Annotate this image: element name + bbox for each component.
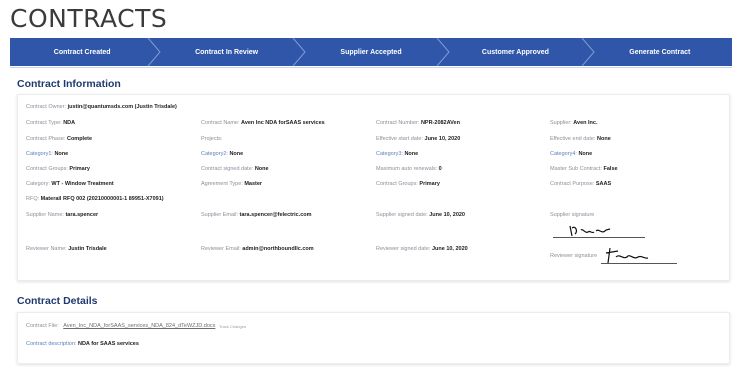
- maximum-auto-renewals-field: Maximum auto renewals: 0: [376, 166, 442, 172]
- contract-number-field: Contract Number: NPR-2082AVen: [376, 120, 460, 126]
- reviewer-name-field: Reviewer Name: Justin Trisdale: [26, 246, 107, 252]
- category-field: Category: WT - Window Treatment: [26, 181, 114, 187]
- step-label: Customer Approved: [481, 48, 549, 56]
- step-customer-approved[interactable]: Customer Approved: [443, 38, 595, 66]
- stepper-divider: [10, 67, 732, 68]
- contract-file-field: Contract File: Aven_Inc_NDA_forSAAS_serv…: [26, 323, 216, 329]
- contract-groups-field: Contract Groups: Primary: [26, 166, 90, 172]
- contract-details-card: Contract File: Aven_Inc_NDA_forSAAS_serv…: [17, 312, 730, 364]
- contract-type-field: Contract Type: NDA: [26, 120, 76, 126]
- supplier-email-field: Supplier Email: tara.spencer@felectric.c…: [201, 212, 312, 218]
- chevron-right-icon: [292, 38, 306, 66]
- step-label: Contract In Review: [195, 48, 259, 56]
- rfq-field: RFQ: Materail RFQ 002 (20210000001-1 899…: [26, 196, 164, 202]
- reviewer-email-field: Reviewer Email: admin@northboundllc.com: [201, 246, 314, 252]
- chevron-right-icon: [436, 38, 450, 66]
- supplier-field: Supplier: Aven Inc.: [550, 120, 598, 126]
- contract-signed-date-field: Contract signed date: None: [201, 166, 269, 172]
- reviewer-signature-line: [601, 263, 677, 264]
- supplier-signed-date-field: Supplier signed date: June 10, 2020: [376, 212, 465, 218]
- step-contract-created[interactable]: Contract Created: [10, 38, 162, 66]
- effective-start-date-field: Effective start date: June 10, 2020: [376, 136, 461, 142]
- page-title: CONTRACTS: [10, 4, 168, 33]
- supplier-name-field: Supplier Name: tara.spencer: [26, 212, 99, 218]
- master-sub-contract-field: Master Sub Contract: False: [550, 166, 618, 172]
- effective-end-date-field: Effective end date: None: [550, 136, 611, 142]
- contract-purpose-field: Contract Purpose: SAAS: [550, 181, 612, 187]
- reviewer-signed-date-field: Reviewer signed date: June 10, 2020: [376, 246, 468, 252]
- contract-phase-field: Contract Phase: Complete: [26, 136, 93, 142]
- category3-field: Category3: None: [376, 151, 419, 157]
- chevron-right-icon: [148, 38, 162, 66]
- track-changes-tag[interactable]: Track Changes: [219, 324, 246, 329]
- supplier-signature-line: [553, 237, 645, 238]
- contract-details-heading: Contract Details: [17, 295, 98, 307]
- step-contract-in-review[interactable]: Contract In Review: [154, 38, 306, 66]
- contract-groups-field-2: Contract Groups: Primary: [376, 181, 440, 187]
- contract-information-heading: Contract Information: [17, 78, 121, 90]
- contract-name-field: Contract Name: Aven Inc NDA forSAAS serv…: [201, 120, 325, 126]
- contract-file-link[interactable]: Aven_Inc_NDA_forSAAS_services_NDA_824_dT…: [63, 323, 215, 329]
- progress-stepper: Contract Created Contract In Review Supp…: [10, 38, 732, 66]
- category1-field: Category1: None: [26, 151, 69, 157]
- step-generate-contract[interactable]: Generate Contract: [588, 38, 732, 66]
- contract-description-field: Contract description: NDA for SAAS servi…: [26, 341, 139, 347]
- contract-information-card: Contract Owner: justin@quantumsds.com (J…: [17, 94, 730, 281]
- supplier-signature-label: Supplier signature: [550, 212, 595, 218]
- contract-owner-field: Contract Owner: justin@quantumsds.com (J…: [26, 104, 177, 110]
- projects-field: Projects:: [201, 136, 223, 142]
- category4-field: Category4: None: [550, 151, 593, 157]
- reviewer-signature-label: Reviewer signature: [550, 253, 598, 259]
- chevron-right-icon: [581, 38, 595, 66]
- step-label: Generate Contract: [629, 48, 691, 56]
- step-label: Contract Created: [53, 48, 111, 56]
- step-supplier-accepted[interactable]: Supplier Accepted: [299, 38, 450, 66]
- category2-field: Category2: None: [201, 151, 244, 157]
- step-label: Supplier Accepted: [340, 48, 402, 56]
- agreement-type-field: Agreement Type: Master: [201, 181, 263, 187]
